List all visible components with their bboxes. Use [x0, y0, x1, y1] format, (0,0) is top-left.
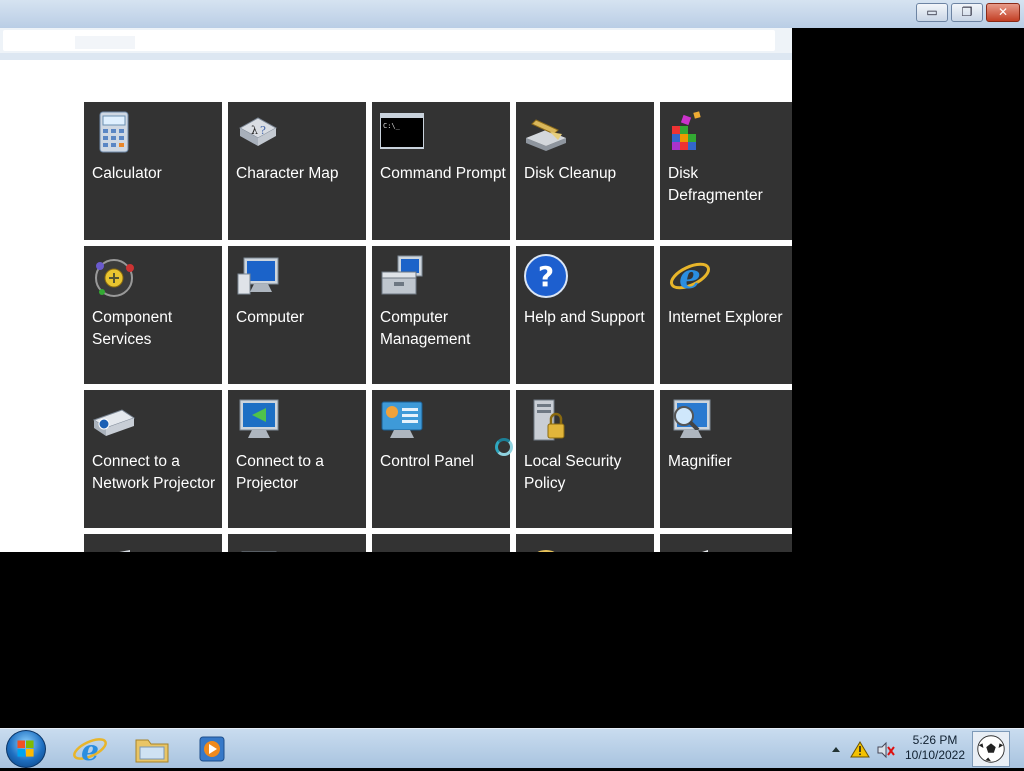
media-player-icon — [199, 736, 225, 762]
taskbar-app-internet-explorer[interactable]: e — [66, 732, 114, 767]
control-panel-icon — [381, 401, 423, 438]
tile-partial[interactable] — [84, 534, 222, 552]
user-avatar-button[interactable] — [972, 731, 1010, 767]
tile-magnifier[interactable]: Magnifier — [660, 390, 792, 528]
tile-label: Command Prompt — [380, 165, 506, 182]
warning-icon[interactable] — [850, 741, 870, 758]
tile-label: Calculator — [92, 165, 162, 182]
tile-internet-explorer[interactable]: e Internet Explorer — [660, 246, 792, 384]
tile-label: Internet Explorer — [668, 309, 783, 326]
svg-text:e: e — [679, 257, 701, 297]
tile-partial[interactable] — [228, 534, 366, 552]
loading-spinner-icon — [495, 438, 513, 456]
generic-app-icon — [380, 542, 424, 552]
app-tile-grid: Calculator λ ? Character Map C:\_ Comman… — [0, 53, 792, 552]
svg-text:?: ? — [260, 124, 266, 137]
svg-text:?: ? — [538, 260, 554, 293]
maximize-button[interactable]: ❐ — [951, 3, 983, 22]
tile-command-prompt[interactable]: C:\_ Command Prompt — [372, 102, 510, 240]
tile-partial[interactable] — [516, 534, 654, 552]
tile-connect-to-a-projector[interactable]: Connect to a Projector — [228, 390, 366, 528]
disk-cleanup-icon — [526, 119, 566, 151]
tile-label: Connect to a Projector — [236, 453, 324, 492]
tile-computer[interactable]: Computer — [228, 246, 366, 384]
show-hidden-icons-icon[interactable] — [832, 747, 840, 752]
tile-label: Computer Management — [380, 309, 471, 348]
tile-help-and-support[interactable]: ? Help and Support — [516, 246, 654, 384]
notification-area — [826, 735, 900, 763]
computer-management-icon — [381, 255, 423, 295]
tile-label: Disk Defragmenter — [668, 165, 763, 204]
projector-icon — [239, 399, 279, 438]
tile-label: Computer — [236, 309, 305, 326]
window-titlebar: ▭ ❐ ✕ — [0, 0, 1024, 28]
disk-defragmenter-icon — [672, 111, 701, 150]
tile-label: Local Security Policy — [524, 453, 622, 492]
windows-logo-icon — [17, 740, 34, 757]
generic-app-icon — [702, 550, 708, 552]
volume-muted-icon[interactable] — [877, 741, 895, 759]
taskbar-app-media-player[interactable] — [188, 732, 236, 766]
start-button[interactable] — [6, 730, 46, 768]
internet-explorer-icon: e — [73, 734, 107, 767]
generic-app-icon — [119, 550, 130, 552]
tile-calculator[interactable]: Calculator — [84, 102, 222, 240]
tile-disk-cleanup[interactable]: Disk Cleanup — [516, 102, 654, 240]
generic-app-icon — [241, 551, 277, 552]
svg-text:e: e — [81, 734, 99, 766]
tile-label: Magnifier — [668, 453, 732, 470]
tile-control-panel[interactable]: Control Panel — [372, 390, 510, 528]
taskbar: e 5:26 PM 10/10/2022 — [0, 728, 1024, 768]
tile-component-services[interactable]: Component Services — [84, 246, 222, 384]
tile-label: Disk Cleanup — [524, 165, 617, 182]
magnifier-icon — [673, 399, 711, 438]
tile-disk-defragmenter[interactable]: Disk Defragmenter — [660, 102, 792, 240]
tile-label: Help and Support — [524, 309, 645, 326]
tile-label: Character Map — [236, 165, 339, 182]
close-button[interactable]: ✕ — [986, 3, 1020, 22]
tile-connect-to-a-network-projector[interactable]: Connect to a Network Projector — [84, 390, 222, 528]
tile-partial[interactable] — [372, 534, 510, 552]
tile-character-map[interactable]: λ ? Character Map — [228, 102, 366, 240]
tile-label: Connect to a Network Projector — [92, 453, 216, 492]
tile-local-security-policy[interactable]: Local Security Policy — [516, 390, 654, 528]
soccer-ball-icon — [977, 735, 1005, 763]
tile-computer-management[interactable]: Computer Management — [372, 246, 510, 384]
taskbar-app-file-explorer[interactable] — [128, 732, 176, 766]
calculator-icon — [99, 111, 129, 153]
tile-label: Control Panel — [380, 453, 474, 470]
character-map-icon: λ ? — [238, 117, 278, 146]
command-prompt-icon: C:\_ — [380, 113, 424, 149]
tile-label: Component Services — [92, 309, 173, 348]
internet-explorer-icon: e — [669, 257, 711, 297]
component-services-icon — [95, 259, 134, 297]
computer-icon — [237, 257, 279, 295]
address-strip — [0, 28, 1024, 53]
network-projector-icon — [92, 409, 136, 436]
svg-text:C:\_: C:\_ — [383, 122, 401, 130]
security-policy-icon — [533, 399, 565, 441]
address-field[interactable] — [3, 30, 775, 51]
clock-time: 5:26 PM — [912, 733, 958, 747]
generic-app-icon — [537, 550, 555, 552]
tile-partial[interactable] — [660, 534, 792, 552]
clock-date: 10/10/2022 — [904, 748, 966, 762]
file-explorer-icon — [135, 739, 169, 763]
svg-text:λ: λ — [251, 124, 258, 137]
system-clock[interactable]: 5:26 PM 10/10/2022 — [900, 733, 970, 763]
minimize-button[interactable]: ▭ — [916, 3, 948, 22]
help-icon: ? — [524, 254, 568, 298]
